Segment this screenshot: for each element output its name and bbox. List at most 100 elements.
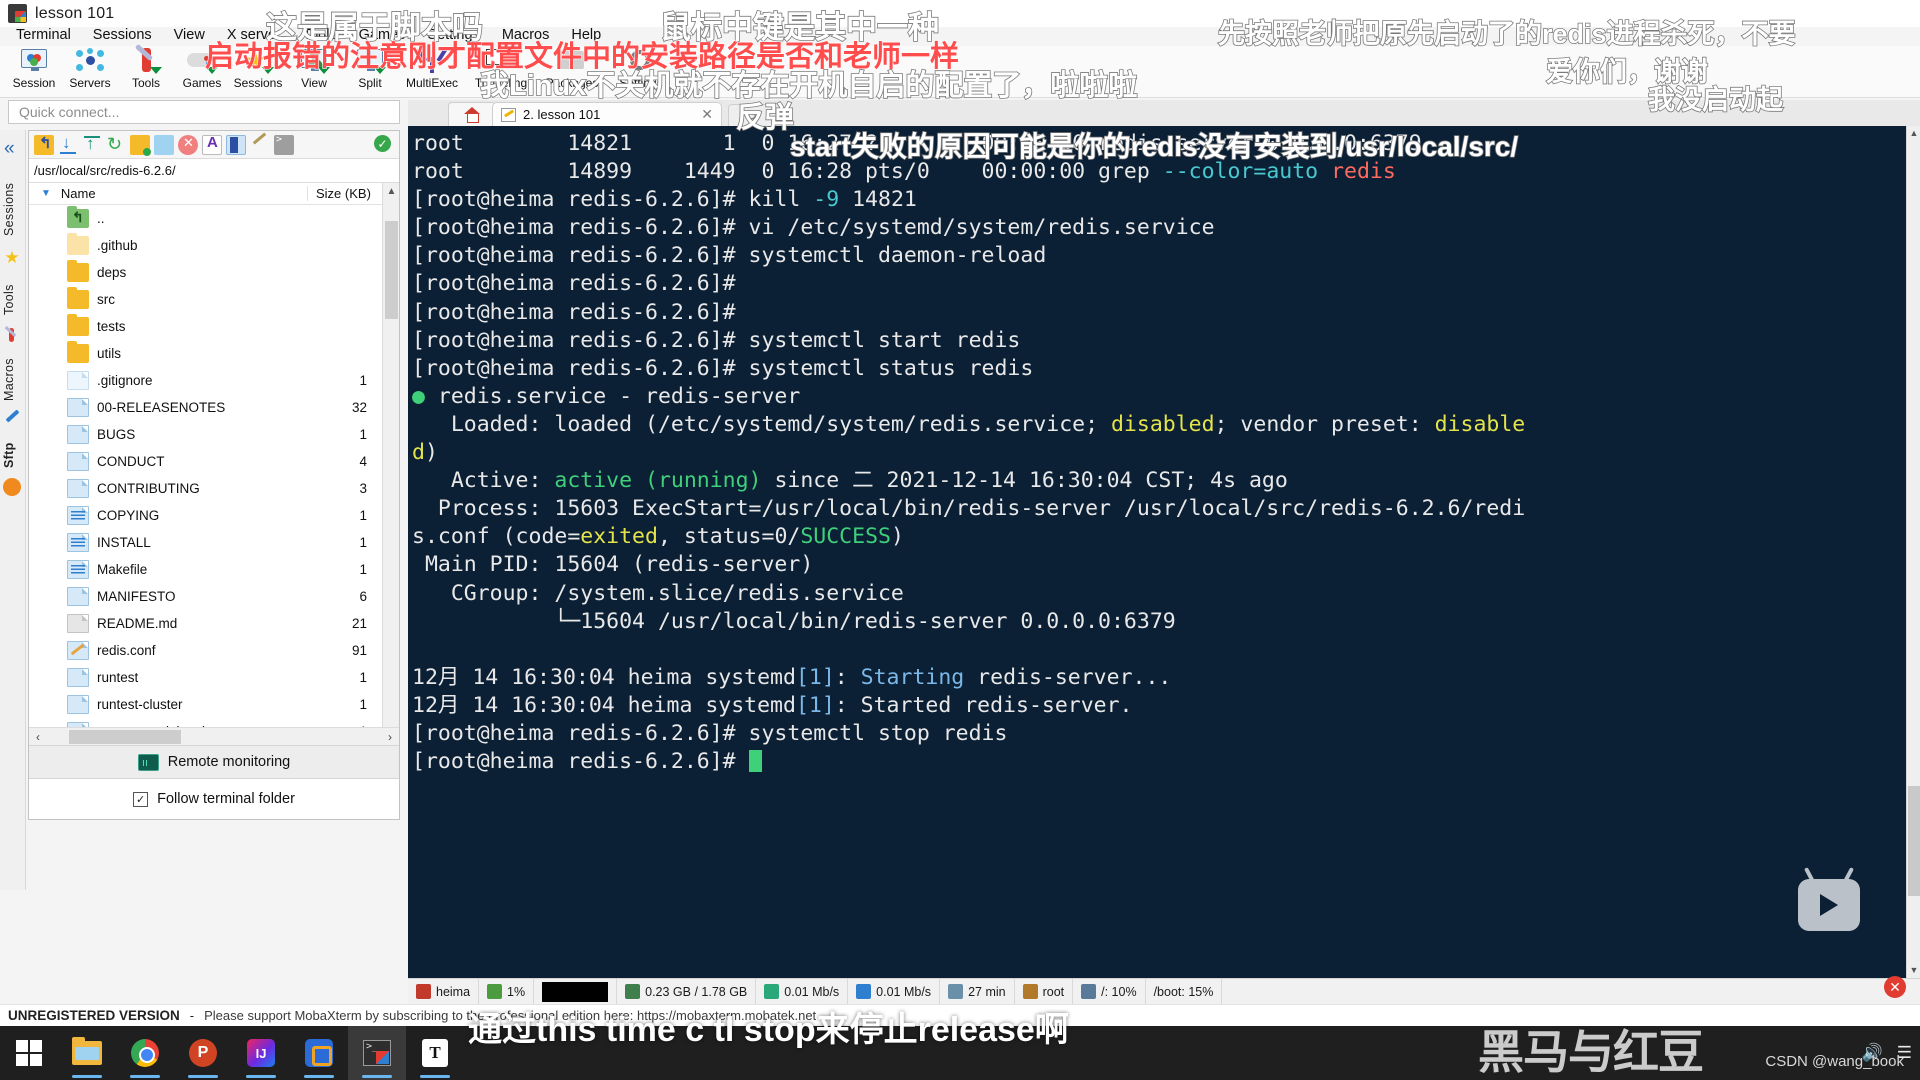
vtab-tools[interactable]: Tools [2,276,24,324]
terminal-scroll-thumb[interactable] [1908,786,1920,896]
file-row[interactable]: .gitignore 1 [29,367,381,394]
refresh-icon[interactable]: ↻ [106,134,126,155]
file-row[interactable]: CONDUCT 4 [29,448,381,475]
column-header-name[interactable]: Name [61,186,307,201]
new-folder-icon[interactable] [130,134,151,156]
delete-icon[interactable]: ✕ [178,134,198,155]
file-name: tests [97,319,126,334]
ribbon-split-button[interactable]: Split [342,46,398,98]
file-row[interactable]: INSTALL 1 [29,529,381,556]
ribbon-tools-button[interactable]: Tools [118,43,174,98]
menu-tools[interactable]: Tools [292,25,348,45]
file-list-horizontal-scrollbar[interactable]: ‹ › [29,727,399,745]
file-row[interactable]: runtest-cluster 1 [29,691,381,718]
ribbon-servers-button[interactable]: Servers [62,46,118,98]
file-list-vertical-scrollbar[interactable]: ▲ ▼ [382,183,399,745]
permissions-icon[interactable] [250,132,270,155]
taskbar-mobaxterm[interactable] [348,1026,406,1080]
wifi-icon[interactable]: ☰ [1897,1043,1912,1063]
new-file-icon[interactable] [154,134,174,155]
parent-folder-icon[interactable]: ↰ [34,134,54,155]
file-row[interactable]: Makefile 1 [29,556,381,583]
close-session-icon[interactable]: ✕ [1884,976,1906,998]
file-row[interactable]: utils [29,340,381,367]
favorites-star-icon[interactable]: ★ [3,248,21,267]
file-row[interactable]: COPYING 1 [29,502,381,529]
sessions-star-icon: ★ [241,47,275,75]
new-tab-button[interactable]: ↺ [728,104,776,126]
file-name: COPYING [97,508,160,523]
file-browser-toolbar: ↰ ↓ ↑ ↻ ✕ A > [29,131,399,159]
tools-thermometer-icon[interactable] [3,326,21,346]
ribbon-view-button[interactable]: View [286,46,342,98]
file-row[interactable]: 00-RELEASENOTES 32 [29,394,381,421]
file-row[interactable]: CONTRIBUTING 3 [29,475,381,502]
taskbar-virtualbox[interactable] [290,1026,348,1080]
file-row[interactable]: deps [29,259,381,286]
start-button[interactable] [0,1026,58,1080]
sort-caret-icon[interactable]: ▼ [41,188,51,199]
terminal-icon[interactable]: > [274,134,294,155]
menu-help[interactable]: Help [560,25,612,45]
terminal-scrollbar[interactable]: ▲ ▼ [1906,126,1920,978]
menu-x-server[interactable]: X server [216,25,292,45]
ribbon-session-button[interactable]: Session [6,46,62,98]
ribbon-packages-button[interactable]: Packages [536,46,608,98]
ribbon-sessions-button[interactable]: ★ Sessions [230,46,286,98]
vtab-sftp[interactable]: Sftp [2,438,24,472]
ribbon-multiexec-button[interactable]: MultiExec [398,46,466,98]
session-tab[interactable]: 2. lesson 101 ✕ [492,102,722,126]
taskbar-file-explorer[interactable] [58,1026,116,1080]
vtab-macros[interactable]: Macros [2,352,24,408]
file-row[interactable]: redis.conf 91 [29,637,381,664]
menu-terminal[interactable]: Terminal [5,25,82,45]
ribbon-settings-button[interactable]: Settings [608,46,674,98]
vtab-sessions[interactable]: Sessions [2,174,24,244]
menu-view[interactable]: View [163,25,216,45]
binary-mode-icon[interactable] [226,134,246,155]
terminal-scroll-up-icon[interactable]: ▲ [1907,126,1920,141]
home-tab[interactable] [448,102,496,126]
file-row[interactable]: .. [29,205,381,232]
menu-macros[interactable]: Macros [491,25,561,45]
ribbon-tunneling-button[interactable]: Tunneling [466,46,536,98]
scroll-left-arrow-icon[interactable]: ‹ [29,728,47,746]
menu-sessions[interactable]: Sessions [82,25,163,45]
taskbar-google-chrome[interactable] [116,1026,174,1080]
taskbar-intellij-idea[interactable]: IJ [232,1026,290,1080]
split-icon [353,47,387,75]
double-chevron-left-icon[interactable]: « [4,138,15,160]
scroll-right-arrow-icon[interactable]: › [381,728,399,746]
close-icon[interactable]: ✕ [701,106,713,123]
taskbar-powerpoint[interactable]: P [174,1026,232,1080]
file-path-input[interactable]: /usr/local/src/redis-6.2.6/ [29,159,399,183]
menu-games[interactable]: Games [348,25,417,45]
quick-connect-input[interactable]: Quick connect... [8,100,400,124]
hscroll-thumb[interactable] [69,730,181,744]
scroll-up-arrow-icon[interactable]: ▲ [383,183,400,200]
terminal-output[interactable]: root 14821 1 0 16:27 ? 00:00:00 redis-se… [408,126,1906,978]
file-row[interactable]: README.md 21 [29,610,381,637]
taskbar-typora[interactable]: T [406,1026,464,1080]
mobaxterm-icon [8,4,27,23]
upload-icon[interactable]: ↑ [82,134,102,155]
speaker-icon[interactable]: 🔊 [1862,1043,1883,1063]
ribbon-games-button[interactable]: Games [174,46,230,98]
download-icon[interactable]: ↓ [58,133,78,155]
file-row[interactable]: BUGS 1 [29,421,381,448]
text-mode-icon[interactable]: A [202,134,222,155]
remote-monitoring-button[interactable]: Remote monitoring [29,745,399,779]
file-row[interactable]: runtest 1 [29,664,381,691]
follow-terminal-folder-checkbox[interactable]: ✓ [133,791,149,807]
file-row[interactable]: .github [29,232,381,259]
macros-pencil-icon[interactable] [3,409,21,430]
file-row[interactable]: tests [29,313,381,340]
file-size: 1 [359,427,367,442]
file-list[interactable]: .. .github deps src tests utils .gitignore 1 00-… [29,205,381,745]
menu-settings[interactable]: Settings [416,25,490,45]
file-row[interactable]: src [29,286,381,313]
scroll-thumb[interactable] [385,221,398,319]
file-row[interactable]: MANIFESTO 6 [29,583,381,610]
follow-terminal-folder-row[interactable]: ✓ Follow terminal folder [29,779,399,819]
terminal-scroll-down-icon[interactable]: ▼ [1907,963,1920,978]
